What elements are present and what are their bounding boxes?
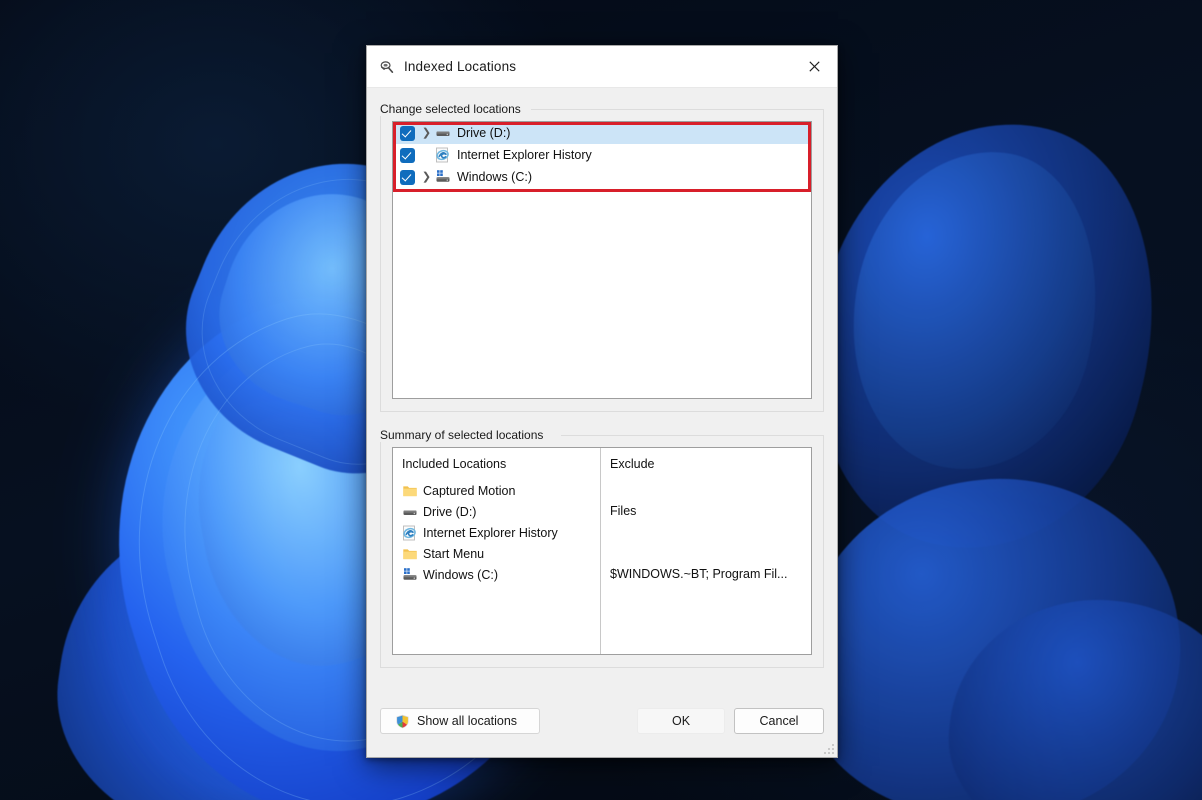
tree-item-windows-c[interactable]: ❯ — [393, 166, 811, 188]
tree-item-drive-d[interactable]: ❯ Drive (D:) — [393, 122, 811, 144]
tree-item-label: Drive (D:) — [457, 126, 510, 140]
indexed-locations-dialog: Indexed Locations Change selected locati… — [366, 45, 838, 758]
resize-grip[interactable] — [821, 741, 834, 754]
desktop: Indexed Locations Change selected locati… — [0, 0, 1202, 800]
summary-item-label: Windows (C:) — [423, 568, 498, 582]
included-locations-header: Included Locations — [402, 457, 590, 472]
ok-button-label: OK — [672, 714, 690, 728]
summary-group-label: Summary of selected locations — [380, 428, 549, 442]
checkbox-drive-d[interactable] — [400, 126, 415, 141]
summary-item-label: Start Menu — [423, 547, 484, 561]
summary-item-internet-explorer-history: Internet Explorer History — [402, 522, 590, 543]
summary-item-label: Captured Motion — [423, 484, 515, 498]
change-locations-group-label: Change selected locations — [380, 102, 527, 116]
tree-item-label: Windows (C:) — [457, 170, 532, 184]
exclude-value — [610, 480, 801, 501]
close-icon[interactable] — [791, 47, 837, 87]
change-locations-frame: ❯ Drive (D:) — [380, 109, 824, 412]
windows-drive-icon — [435, 169, 451, 185]
hard-drive-icon — [435, 125, 451, 141]
title-bar: Indexed Locations — [367, 46, 837, 88]
tree-item-internet-explorer-history[interactable]: ❯ Internet Explorer History — [393, 144, 811, 166]
hard-drive-icon — [402, 504, 418, 520]
internet-explorer-icon — [402, 525, 418, 541]
dialog-body: Change selected locations ❯ — [367, 88, 837, 685]
windows-drive-icon — [402, 567, 418, 583]
exclude-value: Files — [610, 501, 801, 522]
exclude-value — [610, 522, 801, 543]
indexing-options-icon — [379, 59, 395, 75]
internet-explorer-icon — [435, 147, 451, 163]
exclude-value — [610, 543, 801, 564]
exclude-value: $WINDOWS.~BT; Program Fil... — [610, 564, 801, 585]
folder-icon — [402, 546, 418, 562]
ok-button[interactable]: OK — [637, 708, 725, 734]
summary-item-label: Internet Explorer History — [423, 526, 558, 540]
uac-shield-icon — [395, 714, 410, 729]
change-locations-group: Change selected locations ❯ — [380, 102, 824, 412]
summary-item-label: Drive (D:) — [423, 505, 476, 519]
chevron-right-icon[interactable]: ❯ — [419, 128, 434, 139]
show-all-locations-label: Show all locations — [417, 714, 517, 728]
summary-panel: Included Locations Captured Motion — [392, 447, 812, 655]
included-locations-column: Included Locations Captured Motion — [393, 448, 601, 654]
chevron-right-icon[interactable]: ❯ — [419, 172, 434, 183]
summary-locations-group: Summary of selected locations Included L… — [380, 428, 824, 668]
checkbox-windows-c[interactable] — [400, 170, 415, 185]
exclude-header: Exclude — [610, 457, 801, 472]
summary-item-start-menu: Start Menu — [402, 543, 590, 564]
summary-item-windows-c: Windows (C:) — [402, 564, 590, 585]
summary-item-captured-motion: Captured Motion — [402, 480, 590, 501]
folder-icon — [402, 483, 418, 499]
exclude-column: Exclude Files $WINDOWS.~BT; Program Fil.… — [601, 448, 811, 654]
window-title: Indexed Locations — [404, 59, 791, 74]
cancel-button-label: Cancel — [760, 714, 799, 728]
cancel-button[interactable]: Cancel — [734, 708, 824, 734]
summary-item-drive-d: Drive (D:) — [402, 501, 590, 522]
checkbox-internet-explorer-history[interactable] — [400, 148, 415, 163]
dialog-footer: Show all locations OK Cancel — [367, 685, 837, 757]
tree-item-label: Internet Explorer History — [457, 148, 592, 162]
summary-frame: Included Locations Captured Motion — [380, 435, 824, 668]
locations-tree[interactable]: ❯ Drive (D:) — [392, 121, 812, 399]
show-all-locations-button[interactable]: Show all locations — [380, 708, 540, 734]
